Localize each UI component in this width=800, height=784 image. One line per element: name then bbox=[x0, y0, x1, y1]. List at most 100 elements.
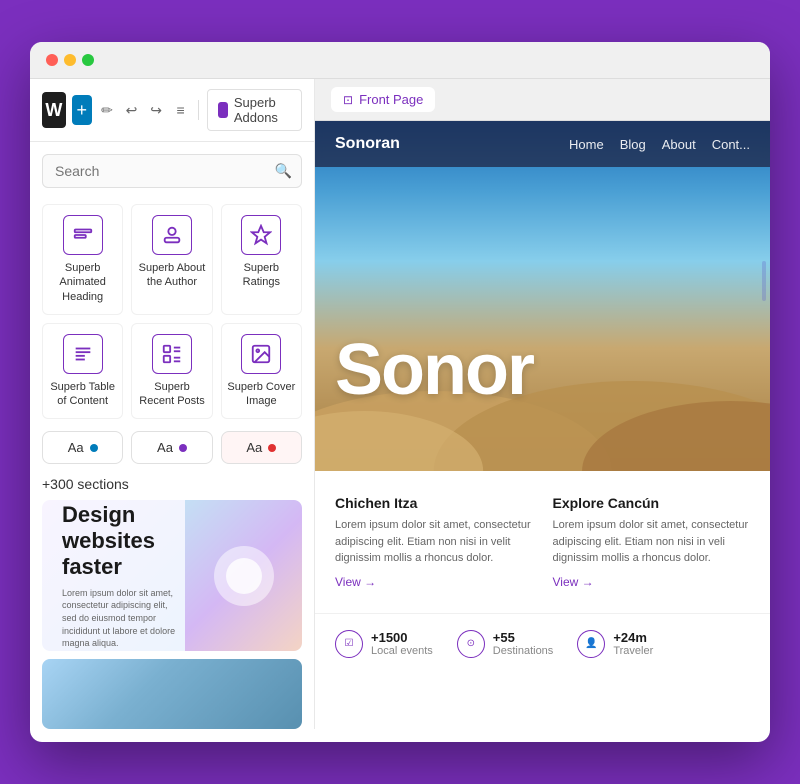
browser-window: W + ✏ ↩ ↪ ≡ Superb Ad bbox=[30, 42, 770, 742]
about-author-icon bbox=[152, 215, 192, 255]
preview-card-abstract[interactable] bbox=[42, 659, 302, 729]
block-item-cover-image[interactable]: Superb Cover Image bbox=[221, 323, 302, 420]
blocks-grid: Superb Animated Heading Superb About the… bbox=[30, 200, 314, 431]
pen-tool-button[interactable]: ✏ bbox=[98, 96, 117, 124]
theme-aa-label-1: Aa bbox=[68, 440, 84, 455]
sidebar: W + ✏ ↩ ↪ ≡ Superb Ad bbox=[30, 79, 315, 729]
traffic-light-green[interactable] bbox=[82, 54, 94, 66]
preview-card-design-image bbox=[185, 500, 302, 651]
website-preview: Sonoran Home Blog About Cont... Sonor bbox=[315, 121, 770, 729]
nav-link-home: Home bbox=[569, 137, 604, 152]
site-logo: Sonoran bbox=[335, 135, 400, 153]
theme-dot-purple bbox=[179, 444, 187, 452]
destinations-label: Destinations bbox=[493, 645, 554, 657]
block-label-cover-image: Superb Cover Image bbox=[226, 380, 297, 409]
hero-title: Sonor bbox=[335, 329, 533, 411]
preview-tab-bar: ⊡ Front Page bbox=[315, 79, 770, 121]
stat-traveler: 👤 +24m Traveler bbox=[577, 630, 653, 658]
chichen-body: Lorem ipsum dolor sit amet, consectetur … bbox=[335, 517, 533, 567]
people-icon: 👤 bbox=[577, 630, 605, 658]
stats-bar: ☑ +1500 Local events ⊙ +55 Destinations bbox=[315, 613, 770, 674]
block-label-table-of-content: Superb Table of Content bbox=[47, 380, 118, 409]
preview-card-design-sub: Lorem ipsum dolor sit amet, consectetur … bbox=[62, 587, 183, 650]
plugin-name-label: Superb Addons bbox=[234, 95, 291, 125]
block-item-table-of-content[interactable]: Superb Table of Content bbox=[42, 323, 123, 420]
front-page-tab[interactable]: ⊡ Front Page bbox=[331, 87, 435, 112]
theme-aa-label-3: Aa bbox=[246, 440, 262, 455]
app-content: W + ✏ ↩ ↪ ≡ Superb Ad bbox=[30, 79, 770, 729]
ratings-icon bbox=[241, 215, 281, 255]
list-view-button[interactable]: ≡ bbox=[171, 96, 190, 124]
theme-dot-blue bbox=[90, 444, 98, 452]
search-icon: 🔍 bbox=[275, 163, 292, 180]
recent-posts-icon bbox=[152, 334, 192, 374]
traveler-label: Traveler bbox=[613, 645, 653, 657]
theme-chip-3[interactable]: Aa bbox=[221, 431, 302, 464]
theme-dot-red bbox=[268, 444, 276, 452]
search-bar: 🔍 bbox=[42, 154, 302, 188]
themes-row: Aa Aa Aa bbox=[30, 431, 314, 476]
plugin-badge-icon bbox=[218, 102, 228, 118]
undo-icon: ↩ bbox=[126, 102, 138, 119]
table-of-content-icon bbox=[63, 334, 103, 374]
nav-link-about: About bbox=[662, 137, 696, 152]
content-section: Chichen Itza Lorem ipsum dolor sit amet,… bbox=[315, 471, 770, 613]
redo-icon: ↪ bbox=[150, 102, 162, 119]
theme-chip-2[interactable]: Aa bbox=[131, 431, 212, 464]
cover-image-icon bbox=[241, 334, 281, 374]
block-label-recent-posts: Superb Recent Posts bbox=[136, 380, 207, 409]
front-page-tab-label: Front Page bbox=[359, 92, 423, 107]
website-nav: Sonoran Home Blog About Cont... bbox=[315, 121, 770, 167]
list-icon: ≡ bbox=[177, 102, 185, 118]
traveler-num: +24m bbox=[613, 630, 653, 645]
cancun-body: Lorem ipsum dolor sit amet, consectetur … bbox=[553, 517, 751, 567]
plus-icon: + bbox=[77, 100, 88, 121]
sections-label: +300 sections bbox=[30, 476, 314, 500]
undo-button[interactable]: ↩ bbox=[122, 96, 141, 124]
block-label-ratings: Superb Ratings bbox=[226, 261, 297, 290]
traffic-lights bbox=[46, 54, 94, 66]
globe-icon: ⊙ bbox=[457, 630, 485, 658]
redo-button[interactable]: ↪ bbox=[147, 96, 166, 124]
content-columns: Chichen Itza Lorem ipsum dolor sit amet,… bbox=[335, 495, 750, 589]
block-item-animated-heading[interactable]: Superb Animated Heading bbox=[42, 204, 123, 315]
browser-chrome bbox=[30, 42, 770, 79]
search-input[interactable] bbox=[42, 154, 302, 188]
sections-preview: Design websites faster Lorem ipsum dolor… bbox=[30, 500, 314, 729]
calendar-icon: ☑ bbox=[335, 630, 363, 658]
page-icon: ⊡ bbox=[343, 93, 353, 107]
preview-card-design[interactable]: Design websites faster Lorem ipsum dolor… bbox=[42, 500, 302, 651]
content-col-cancun: Explore Cancún Lorem ipsum dolor sit ame… bbox=[553, 495, 751, 589]
traffic-light-red[interactable] bbox=[46, 54, 58, 66]
scrollbar[interactable] bbox=[762, 261, 766, 301]
sidebar-toolbar: W + ✏ ↩ ↪ ≡ Superb Ad bbox=[30, 79, 314, 142]
block-item-ratings[interactable]: Superb Ratings bbox=[221, 204, 302, 315]
theme-chip-1[interactable]: Aa bbox=[42, 431, 123, 464]
local-events-label: Local events bbox=[371, 645, 433, 657]
block-label-animated-heading: Superb Animated Heading bbox=[47, 261, 118, 304]
local-events-num: +1500 bbox=[371, 630, 433, 645]
content-col-chichen: Chichen Itza Lorem ipsum dolor sit amet,… bbox=[335, 495, 533, 589]
toolbar-divider bbox=[198, 100, 199, 120]
wp-logo-icon[interactable]: W bbox=[42, 92, 66, 128]
cancun-heading: Explore Cancún bbox=[553, 495, 751, 511]
block-item-about-author[interactable]: Superb About the Author bbox=[131, 204, 212, 315]
animated-heading-icon bbox=[63, 215, 103, 255]
chichen-view-link[interactable]: View → bbox=[335, 575, 533, 589]
pen-icon: ✏ bbox=[101, 102, 113, 119]
stat-destinations: ⊙ +55 Destinations bbox=[457, 630, 554, 658]
block-label-about-author: Superb About the Author bbox=[136, 261, 207, 290]
add-block-button[interactable]: + bbox=[72, 95, 92, 125]
destinations-num: +55 bbox=[493, 630, 554, 645]
hero-section: Sonoran Home Blog About Cont... Sonor bbox=[315, 121, 770, 471]
theme-aa-label-2: Aa bbox=[157, 440, 173, 455]
plugin-badge[interactable]: Superb Addons bbox=[207, 89, 302, 131]
nav-link-blog: Blog bbox=[620, 137, 646, 152]
preview-pane: ⊡ Front Page bbox=[315, 79, 770, 729]
block-item-recent-posts[interactable]: Superb Recent Posts bbox=[131, 323, 212, 420]
stat-local-events: ☑ +1500 Local events bbox=[335, 630, 433, 658]
traffic-light-yellow[interactable] bbox=[64, 54, 76, 66]
preview-card-design-text: Design websites faster bbox=[62, 502, 183, 581]
chichen-heading: Chichen Itza bbox=[335, 495, 533, 511]
cancun-view-link[interactable]: View → bbox=[553, 575, 751, 589]
